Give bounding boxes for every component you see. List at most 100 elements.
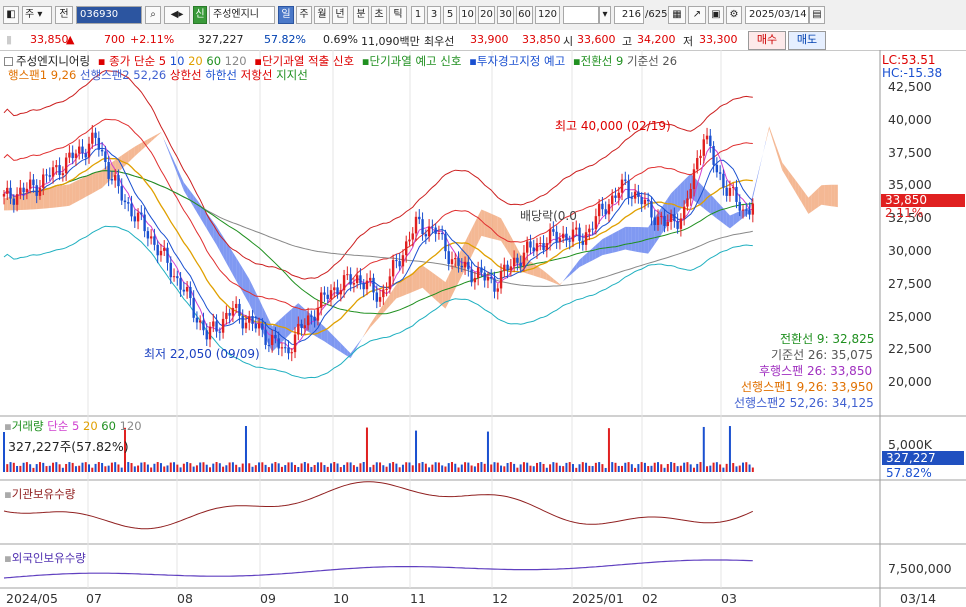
- candle-body: [205, 330, 208, 340]
- date-input[interactable]: 2025/03/14: [745, 6, 809, 24]
- x-tick: 09: [260, 591, 276, 606]
- minute-120-button[interactable]: 120: [535, 6, 560, 24]
- minute-10-button[interactable]: 10: [459, 6, 476, 24]
- custom-period-input[interactable]: [563, 6, 599, 24]
- buy-button[interactable]: 매수: [748, 31, 786, 50]
- period-second-button[interactable]: 초: [371, 6, 387, 24]
- candle-body: [143, 214, 146, 232]
- candle-body: [745, 209, 748, 211]
- span1-value: 선행스팬1 9,26: 33,950: [741, 380, 874, 394]
- chart-type-select[interactable]: 주 ▾: [22, 6, 52, 24]
- period-month-button[interactable]: 월: [314, 6, 330, 24]
- ichimoku-cloud-segment: [432, 272, 436, 300]
- grid-icon[interactable]: ▣: [708, 6, 724, 24]
- candle-body: [463, 261, 467, 268]
- period-week-button[interactable]: 주: [296, 6, 312, 24]
- volume-toggle-icon[interactable]: ◀▸: [164, 6, 190, 24]
- legend-lead1: 행스팬1 9,26: [8, 68, 77, 82]
- period-day-button[interactable]: 일: [278, 6, 294, 24]
- ichimoku-cloud-segment: [628, 226, 632, 251]
- volume-bar: [140, 462, 143, 472]
- candle-body: [581, 240, 584, 245]
- count-input[interactable]: 216: [614, 6, 644, 24]
- volume-bar: [271, 463, 274, 472]
- period-tick-button[interactable]: 틱: [389, 6, 407, 24]
- gear-icon[interactable]: ⚙: [726, 6, 742, 24]
- ichimoku-cloud-segment: [164, 139, 168, 149]
- candle-body: [391, 260, 395, 277]
- ichimoku-cloud-segment: [334, 336, 338, 350]
- minute-30-button[interactable]: 30: [497, 6, 514, 24]
- trade-amount: 11,090백만: [361, 35, 420, 48]
- high-annotation: 최고 40,000 (02/19): [555, 119, 671, 133]
- ichimoku-cloud-segment: [729, 214, 734, 229]
- vol-ma120: 120: [119, 419, 142, 433]
- candle-body: [506, 264, 509, 271]
- ichimoku-cloud-segment: [75, 179, 80, 203]
- draw-tool-icon[interactable]: ↗: [688, 6, 706, 24]
- minute-20-button[interactable]: 20: [478, 6, 495, 24]
- chart-menu-icon[interactable]: ◧: [3, 6, 19, 24]
- candle-body: [58, 165, 61, 176]
- volume-bar: [382, 465, 385, 472]
- ichimoku-cloud-segment: [416, 267, 420, 291]
- checkbox-icon[interactable]: [4, 57, 13, 66]
- volume-bar: [536, 462, 539, 472]
- period-minute-button[interactable]: 분: [353, 6, 369, 24]
- candle-body: [666, 221, 670, 226]
- candle-tool-icon[interactable]: ▦: [668, 6, 686, 24]
- candle-body: [529, 241, 532, 248]
- volume-bar: [375, 462, 378, 472]
- ichimoku-cloud-segment: [478, 209, 482, 243]
- minute-5-button[interactable]: 5: [443, 6, 457, 24]
- candle-body: [601, 203, 604, 210]
- volume-bar: [74, 466, 77, 472]
- volume-bar: [222, 466, 225, 472]
- sell-button[interactable]: 매도: [788, 31, 826, 50]
- volume-bar: [16, 465, 19, 472]
- candle-body: [238, 303, 241, 316]
- candle-body: [231, 307, 235, 316]
- volume-bar: [323, 465, 326, 472]
- minute-3-button[interactable]: 3: [427, 6, 441, 24]
- volume-bar: [441, 465, 444, 472]
- candle-body: [189, 287, 192, 299]
- search-icon[interactable]: ⌕: [145, 6, 161, 24]
- ichimoku-cloud-segment: [775, 144, 779, 160]
- period-year-button[interactable]: 년: [332, 6, 348, 24]
- volume-bar: [169, 462, 172, 472]
- volume-bar: [738, 465, 741, 472]
- chevron-down-icon[interactable]: ▾: [599, 6, 611, 24]
- checkbox-icon[interactable]: ▪: [98, 54, 106, 68]
- ichimoku-cloud-segment: [363, 329, 367, 337]
- axis-tick: 42,500: [888, 79, 932, 94]
- volume-bar: [467, 462, 470, 472]
- calendar-icon[interactable]: ▤: [809, 6, 825, 24]
- candle-body: [349, 274, 352, 285]
- prev-button[interactable]: 전: [55, 6, 73, 24]
- candle-body: [306, 315, 310, 326]
- candle-body: [149, 236, 153, 239]
- volume-bar: [61, 467, 64, 472]
- count-total: /625: [645, 9, 668, 20]
- volume-bar: [591, 466, 594, 472]
- volume-bar: [258, 462, 261, 472]
- ichimoku-cloud-segment: [131, 146, 135, 160]
- volume-bar: [362, 462, 365, 472]
- stock-code-input[interactable]: 036930: [76, 6, 142, 24]
- ichimoku-cloud-segment: [814, 188, 819, 210]
- volume-bar: [71, 462, 74, 472]
- minute-60-button[interactable]: 60: [516, 6, 533, 24]
- signal-badge[interactable]: 신: [193, 6, 207, 24]
- candle-body: [637, 191, 640, 197]
- volume-bar: [670, 462, 673, 472]
- price-chart[interactable]: [0, 50, 966, 607]
- volume-ratio: 57.82%: [264, 33, 306, 46]
- candle-body: [614, 195, 617, 198]
- ichimoku-cloud-segment: [82, 176, 86, 199]
- candle-body: [535, 243, 539, 252]
- candle-body: [172, 276, 176, 278]
- minute-1-button[interactable]: 1: [411, 6, 425, 24]
- legend-kijun: 기준선 26: [627, 54, 678, 68]
- candle-body: [509, 266, 513, 271]
